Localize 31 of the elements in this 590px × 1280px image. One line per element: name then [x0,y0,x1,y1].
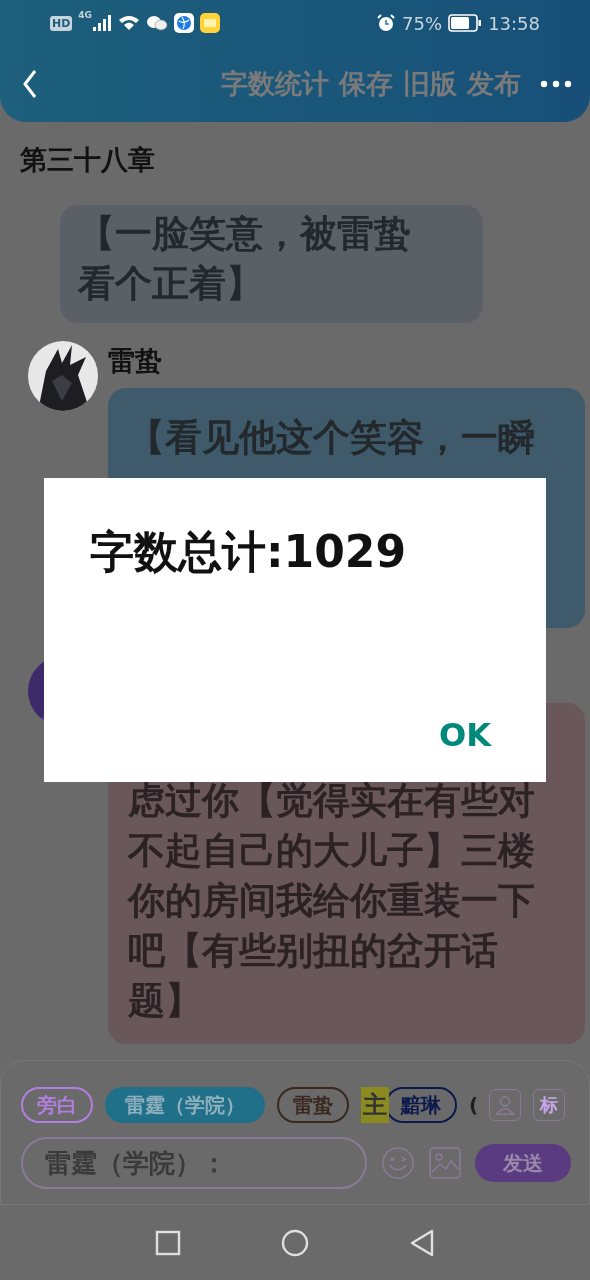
header-action[interactable]: 保存 [334,66,398,102]
ok-button[interactable]: OK [439,716,491,754]
battery-percent: 75% [402,12,443,34]
signal-icon [92,15,112,31]
gallery-app-icon [200,13,220,33]
send-button[interactable]: 发送 [475,1144,571,1182]
message-bubble: 【一脸笑意，被雷蛰看个正着】 [60,205,483,323]
tag-button[interactable]: 标 [533,1089,565,1121]
recent-apps-icon[interactable] [155,1229,181,1256]
character-chip[interactable]: 雷蛰 [277,1087,349,1123]
clock: 13:58 [488,12,540,34]
speaker-name: 雷蛰 [108,344,163,378]
alarm-icon [376,13,397,33]
header-action[interactable]: 旧版 [398,66,462,102]
back-icon[interactable] [22,69,38,99]
person-icon [494,1094,516,1116]
wifi-icon [118,15,140,31]
character-chip[interactable]: 雷霆（学院） [105,1087,265,1123]
header-action[interactable]: 发布 [462,66,526,102]
globe-app-icon [174,13,194,33]
battery-icon [448,14,483,32]
character-chip[interactable]: 旁白 [21,1087,93,1123]
hd-badge: HD [50,15,73,31]
back-nav-icon[interactable] [409,1228,435,1257]
role-badge: 主 [361,1087,389,1123]
chat-app-icon [146,14,168,32]
more-icon[interactable] [540,80,572,88]
network-label: 4G [78,10,92,20]
home-icon[interactable] [281,1228,309,1257]
header-action[interactable]: 字数统计 [216,66,334,102]
chapter-title: 第三十八章 [19,143,156,177]
